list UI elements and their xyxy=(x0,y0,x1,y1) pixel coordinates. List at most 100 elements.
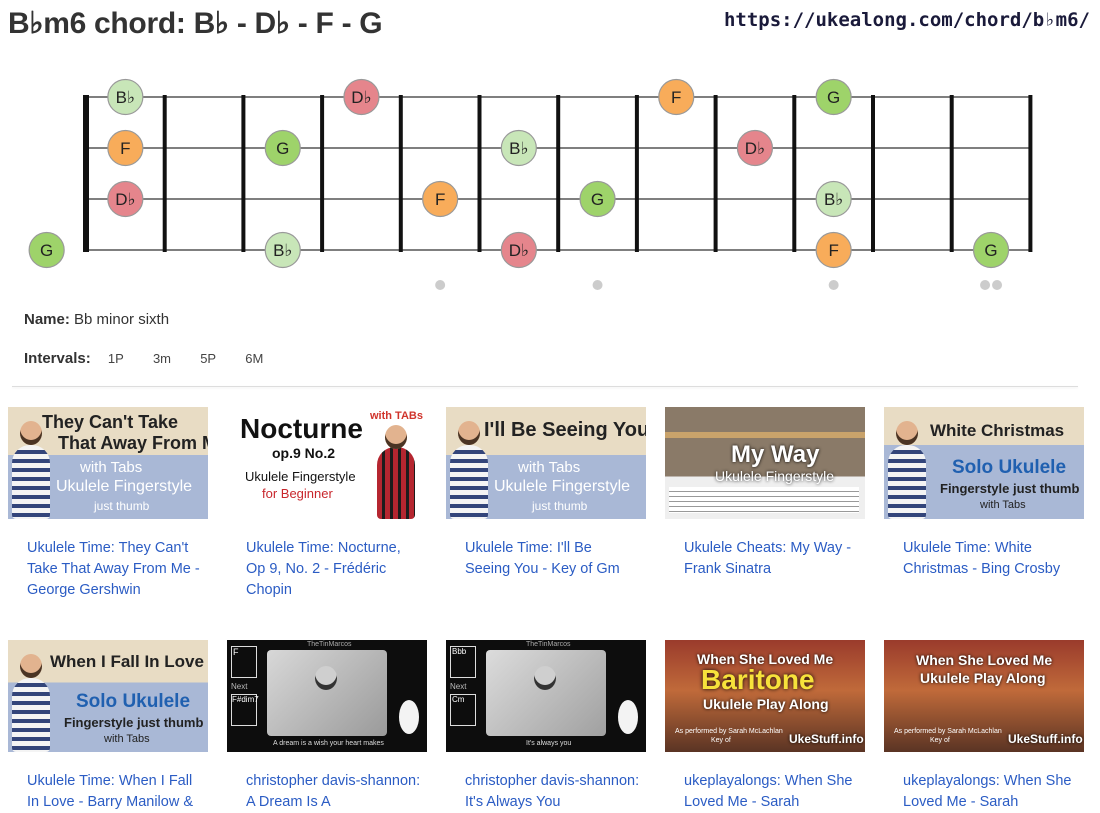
fret-marker-dot xyxy=(980,280,991,290)
chord-note: G xyxy=(264,129,301,167)
player-figure xyxy=(377,447,415,519)
thumb-subtitle: with Tabs xyxy=(104,733,150,745)
fret-marker-dot xyxy=(992,280,1003,290)
player-head xyxy=(315,666,337,690)
player-figure xyxy=(12,445,50,519)
chord-name-label: Name: xyxy=(24,311,70,328)
thumb-subtitle: with Tabs xyxy=(80,459,143,476)
note-label: G xyxy=(40,241,53,260)
video-thumbnail[interactable]: I'll Be Seeing You with Tabs Ukulele Fin… xyxy=(446,407,646,519)
chord-note: G xyxy=(28,231,65,269)
thumb-subtitle: Fingerstyle just thumb xyxy=(940,481,1080,496)
note-label: F xyxy=(828,241,838,260)
chord-note: F xyxy=(658,78,695,116)
video-card[interactable]: Bbb Next Cm TheTinMarcos It's always you… xyxy=(446,640,646,813)
page-title: B♭m6 chord: B♭ - D♭ - F - G xyxy=(8,7,383,40)
thumb-subtitle: Ukulele Fingerstyle xyxy=(494,478,631,495)
note-label: B♭ xyxy=(273,241,292,260)
note-label: D♭ xyxy=(509,241,529,260)
player-head xyxy=(20,421,42,445)
thumb-subtitle: Ukulele Play Along xyxy=(703,696,829,712)
note-label: F xyxy=(120,139,130,158)
video-card[interactable]: Nocturne with TABs op.9 No.2 Ukulele Fin… xyxy=(227,407,427,601)
player-head xyxy=(20,654,42,678)
thumb-subtitle: just thumb xyxy=(94,499,150,513)
video-thumbnail[interactable]: White Christmas Solo Ukulele Fingerstyle… xyxy=(884,407,1084,519)
guitar-neck xyxy=(665,432,865,438)
chord-note: G xyxy=(815,78,852,116)
video-card[interactable]: When I Fall In Love Solo Ukulele Fingers… xyxy=(8,640,208,813)
thumb-subtitle: Solo Ukulele xyxy=(952,457,1067,478)
thumb-tag: with TABs xyxy=(370,410,423,422)
note-label: D♭ xyxy=(745,139,765,158)
tab-staff xyxy=(669,487,859,513)
chord-name-row: Name: Bb minor sixth xyxy=(24,311,169,328)
channel-brand: TheTinMarcos xyxy=(526,641,571,648)
chord-name: F#dim7 xyxy=(232,695,259,704)
video-thumbnail[interactable]: When She Loved Me Baritone Ukulele Play … xyxy=(665,640,865,752)
video-frame xyxy=(486,650,606,736)
chord-note: B♭ xyxy=(500,129,537,167)
silhouette-icon xyxy=(399,700,419,734)
video-title-link[interactable]: Ukulele Time: I'll Be Seeing You - Key o… xyxy=(465,538,640,580)
thumb-subtitle: Ukulele Fingerstyle xyxy=(715,468,835,484)
video-thumbnail[interactable]: They Can't Take That Away From Me with T… xyxy=(8,407,208,519)
thumb-title: That Away From Me xyxy=(58,433,208,453)
note-label: F xyxy=(435,190,445,209)
video-card[interactable]: When She Loved Me Baritone Ukulele Play … xyxy=(665,640,865,813)
video-thumbnail[interactable]: Bbb Next Cm TheTinMarcos It's always you xyxy=(446,640,646,752)
chord-note: G xyxy=(579,180,616,218)
chord-note: B♭ xyxy=(107,78,144,116)
player-head xyxy=(385,425,407,449)
video-thumbnail[interactable]: My Way Ukulele Fingerstyle xyxy=(665,407,865,519)
thumb-credit: As performed by Sarah McLachlan xyxy=(675,728,783,735)
player-head xyxy=(534,666,556,690)
chord-note: D♭ xyxy=(736,129,774,167)
interval-root: 1P xyxy=(107,351,124,366)
video-card[interactable]: White Christmas Solo Ukulele Fingerstyle… xyxy=(884,407,1084,580)
chord-name: Bbb xyxy=(452,647,467,656)
video-card[interactable]: F Next F#dim7 TheTinMarcos A dream is a … xyxy=(227,640,427,813)
thumb-key: Key of xyxy=(930,737,950,744)
intervals-label: Intervals: xyxy=(24,350,91,367)
video-card[interactable]: When She Loved Me Ukulele Play Along As … xyxy=(884,640,1084,813)
note-label: B♭ xyxy=(509,139,528,158)
video-title-link[interactable]: Ukulele Time: They Can't Take That Away … xyxy=(27,538,202,601)
video-thumbnail[interactable]: Nocturne with TABs op.9 No.2 Ukulele Fin… xyxy=(227,407,427,519)
video-title-link[interactable]: Ukulele Time: Nocturne, Op 9, No. 2 - Fr… xyxy=(246,538,421,601)
player-head xyxy=(896,421,918,445)
thumb-title: Nocturne xyxy=(240,413,363,444)
video-title-link[interactable]: Ukulele Cheats: My Way - Frank Sinatra xyxy=(684,538,859,580)
thumb-title: They Can't Take xyxy=(42,412,178,432)
note-label: B♭ xyxy=(824,190,843,209)
thumb-title: When She Loved Me xyxy=(916,652,1053,668)
thumb-subtitle: Ukulele Fingerstyle xyxy=(245,469,356,484)
video-card[interactable]: My Way Ukulele Fingerstyle Ukulele Cheat… xyxy=(665,407,865,580)
interval-minor-third: 3m xyxy=(152,351,172,366)
video-card[interactable]: I'll Be Seeing You with Tabs Ukulele Fin… xyxy=(446,407,646,580)
player-figure xyxy=(12,678,50,752)
note-label: G xyxy=(827,88,840,107)
thumb-title: When I Fall In Love xyxy=(50,652,204,671)
thumb-title: I'll Be Seeing You xyxy=(484,419,646,441)
video-title-link[interactable]: Ukulele Time: White Christmas - Bing Cro… xyxy=(903,538,1078,580)
chord-url-link[interactable]: https://ukealong.com/chord/b♭m6/ xyxy=(724,9,1090,31)
section-divider xyxy=(12,386,1078,387)
thumb-title: Baritone xyxy=(701,664,815,695)
video-thumbnail[interactable]: When I Fall In Love Solo Ukulele Fingers… xyxy=(8,640,208,752)
note-label: B♭ xyxy=(116,88,135,107)
thumb-subtitle: with Tabs xyxy=(980,499,1026,511)
chord-note: F xyxy=(107,129,144,167)
player-figure xyxy=(450,445,488,519)
fret-marker-dot xyxy=(828,280,839,290)
player-head xyxy=(458,421,480,445)
video-thumbnail[interactable]: F Next F#dim7 TheTinMarcos A dream is a … xyxy=(227,640,427,752)
chord-note: D♭ xyxy=(500,231,537,269)
video-card[interactable]: They Can't Take That Away From Me with T… xyxy=(8,407,208,601)
fretboard-diagram: B♭ D♭ F G F G B♭ D♭ D♭ F G B♭ G B♭ D♭ F G xyxy=(28,78,1033,290)
channel-brand: UkeStuff.info xyxy=(789,732,864,746)
video-thumbnail[interactable]: When She Loved Me Ukulele Play Along As … xyxy=(884,640,1084,752)
interval-perfect-fifth: 5P xyxy=(200,351,217,366)
thumb-subtitle: for Beginner xyxy=(262,486,333,501)
lyric-line: A dream is a wish your heart makes xyxy=(273,740,384,747)
